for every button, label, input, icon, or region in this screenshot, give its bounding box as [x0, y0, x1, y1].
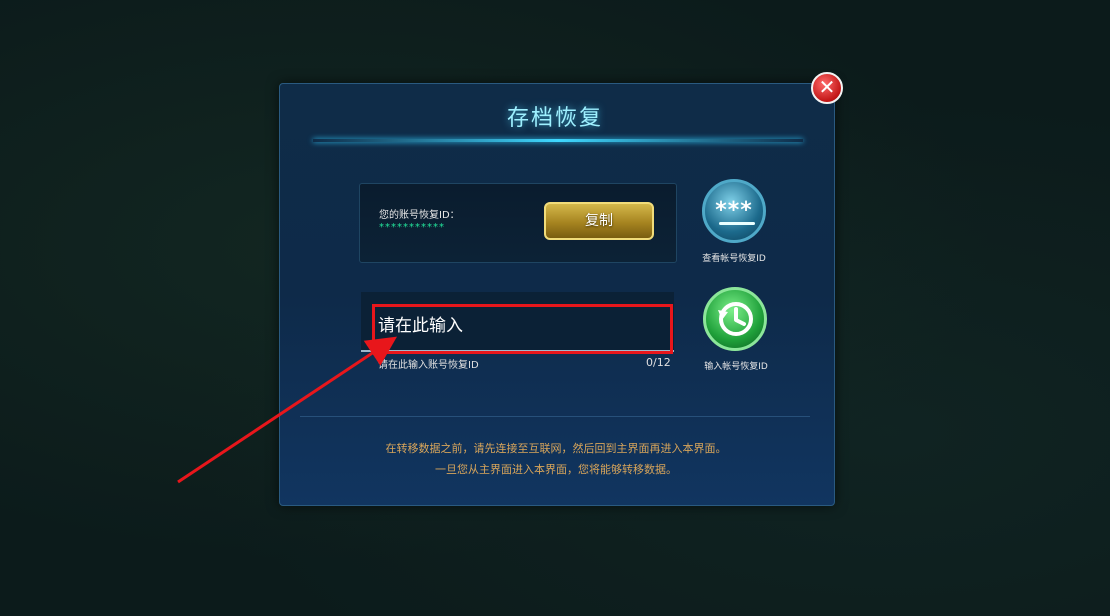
annotation-arrow — [177, 336, 397, 484]
